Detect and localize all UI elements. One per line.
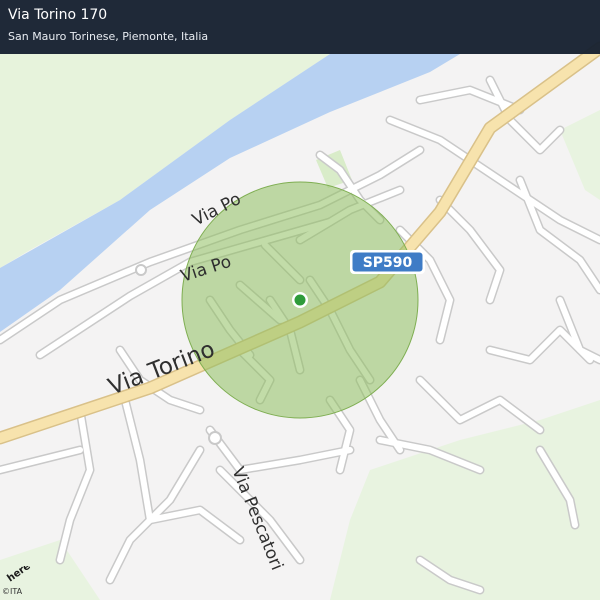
- map-copyright: ©ITA: [2, 587, 23, 596]
- location-marker[interactable]: [294, 294, 306, 306]
- here-logo-text: here: [6, 566, 33, 584]
- road-shield-label: SP590: [363, 255, 413, 271]
- map-svg: Via Po Via Po Via Torino Via Pescatori S…: [0, 0, 600, 600]
- location-header: Via Torino 170 San Mauro Torinese, Piemo…: [0, 0, 600, 54]
- map-canvas[interactable]: Via Po Via Po Via Torino Via Pescatori S…: [0, 0, 600, 600]
- address-title: Via Torino 170: [8, 7, 108, 23]
- here-logo: here: [5, 561, 40, 586]
- address-subtitle: San Mauro Torinese, Piemonte, Italia: [8, 30, 209, 43]
- roundabout: [135, 264, 147, 276]
- roundabout-south: [208, 431, 222, 445]
- road-shield-sp590: SP590: [350, 250, 425, 274]
